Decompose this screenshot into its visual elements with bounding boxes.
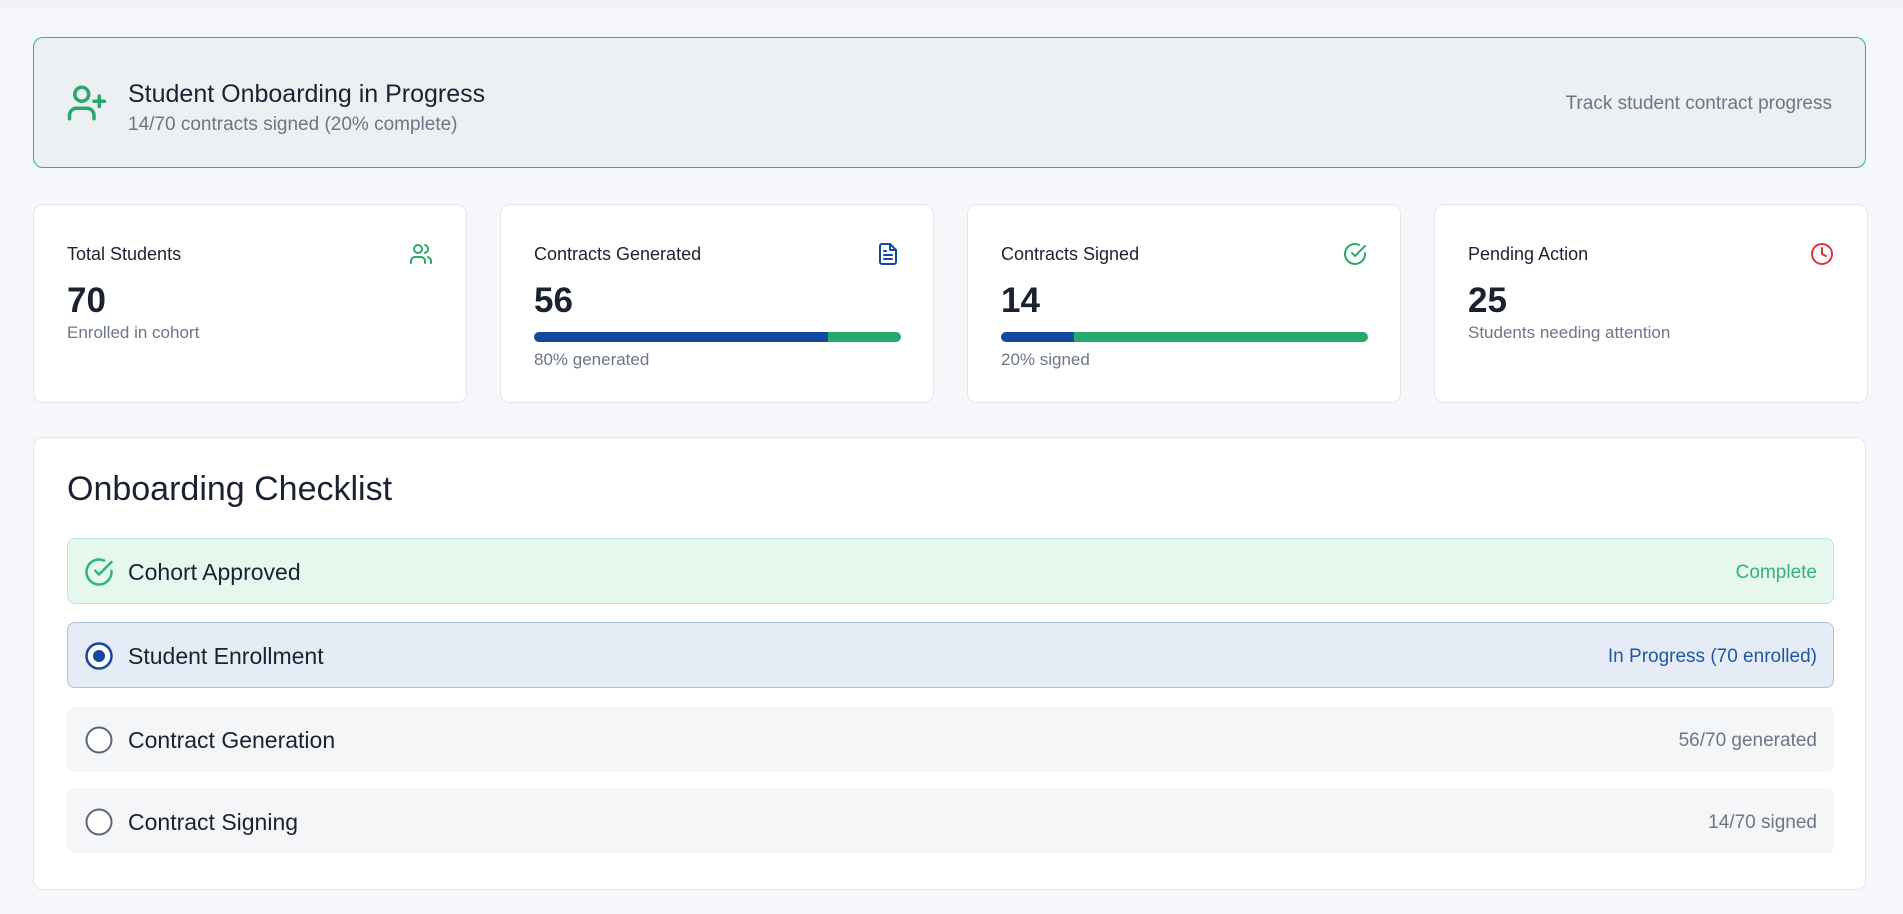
top-bar bbox=[0, 0, 1903, 8]
checklist-item-status: 14/70 signed bbox=[1708, 812, 1817, 833]
stat-value: 14 bbox=[1001, 281, 1040, 320]
checklist-title: Onboarding Checklist bbox=[67, 470, 393, 508]
checklist-item-status: In Progress (70 enrolled) bbox=[1607, 646, 1817, 667]
check-circle-icon bbox=[84, 557, 114, 587]
stat-caption: Enrolled in cohort bbox=[67, 323, 200, 342]
empty-circle-icon bbox=[84, 725, 114, 755]
check-circle-icon bbox=[1343, 242, 1367, 266]
users-icon bbox=[409, 242, 433, 266]
stat-label: Pending Action bbox=[1468, 244, 1589, 264]
stat-label: Total Students bbox=[67, 244, 182, 264]
checklist-item-contract-generation[interactable]: Contract Generation 56/70 generated bbox=[67, 706, 1834, 772]
stat-card-pending-action: Pending Action 25 Students needing atten… bbox=[1434, 204, 1868, 403]
checklist-item-label: Contract Signing bbox=[128, 809, 299, 835]
stat-caption: Students needing attention bbox=[1468, 323, 1671, 342]
stat-caption: 20% signed bbox=[1001, 350, 1090, 369]
banner-track-text: Track student contract progress bbox=[1565, 93, 1832, 114]
stat-label: Contracts Signed bbox=[1001, 244, 1140, 264]
stat-card-total-students: Total Students 70 Enrolled in cohort bbox=[33, 204, 467, 403]
stat-card-contracts-signed: Contracts Signed 14 20% signed bbox=[967, 204, 1401, 403]
generated-progress-fill bbox=[534, 332, 828, 342]
onboarding-status-banner: Student Onboarding in Progress 14/70 con… bbox=[33, 37, 1866, 168]
checklist-item-student-enrollment[interactable]: Student Enrollment In Progress (70 enrol… bbox=[67, 622, 1834, 688]
stat-value: 70 bbox=[67, 281, 106, 320]
empty-circle-icon bbox=[84, 807, 114, 837]
generated-progress-bar bbox=[534, 332, 901, 342]
checklist-item-status: Complete bbox=[1735, 562, 1817, 583]
checklist-item-label: Student Enrollment bbox=[128, 643, 324, 669]
stat-caption: 80% generated bbox=[534, 350, 650, 369]
stat-value: 25 bbox=[1468, 281, 1507, 320]
stat-label: Contracts Generated bbox=[534, 244, 702, 264]
checklist-item-contract-signing[interactable]: Contract Signing 14/70 signed bbox=[67, 788, 1834, 854]
checklist-item-status: 56/70 generated bbox=[1678, 730, 1817, 751]
checklist-item-label: Cohort Approved bbox=[128, 559, 301, 585]
radio-selected-icon bbox=[84, 641, 114, 671]
banner-title: Student Onboarding in Progress bbox=[128, 80, 486, 108]
checklist-item-cohort-approved[interactable]: Cohort Approved Complete bbox=[67, 538, 1834, 604]
signed-progress-bar bbox=[1001, 332, 1368, 342]
signed-progress-fill bbox=[1001, 332, 1075, 342]
stat-value: 56 bbox=[534, 281, 573, 320]
clock-icon bbox=[1810, 242, 1834, 266]
document-icon bbox=[876, 242, 900, 266]
user-plus-icon bbox=[66, 82, 108, 124]
onboarding-checklist: Onboarding Checklist Cohort Approved Com… bbox=[33, 437, 1866, 890]
checklist-item-label: Contract Generation bbox=[128, 727, 336, 753]
stat-card-contracts-generated: Contracts Generated 56 80% generated bbox=[500, 204, 934, 403]
banner-subtitle: 14/70 contracts signed (20% complete) bbox=[128, 114, 458, 135]
